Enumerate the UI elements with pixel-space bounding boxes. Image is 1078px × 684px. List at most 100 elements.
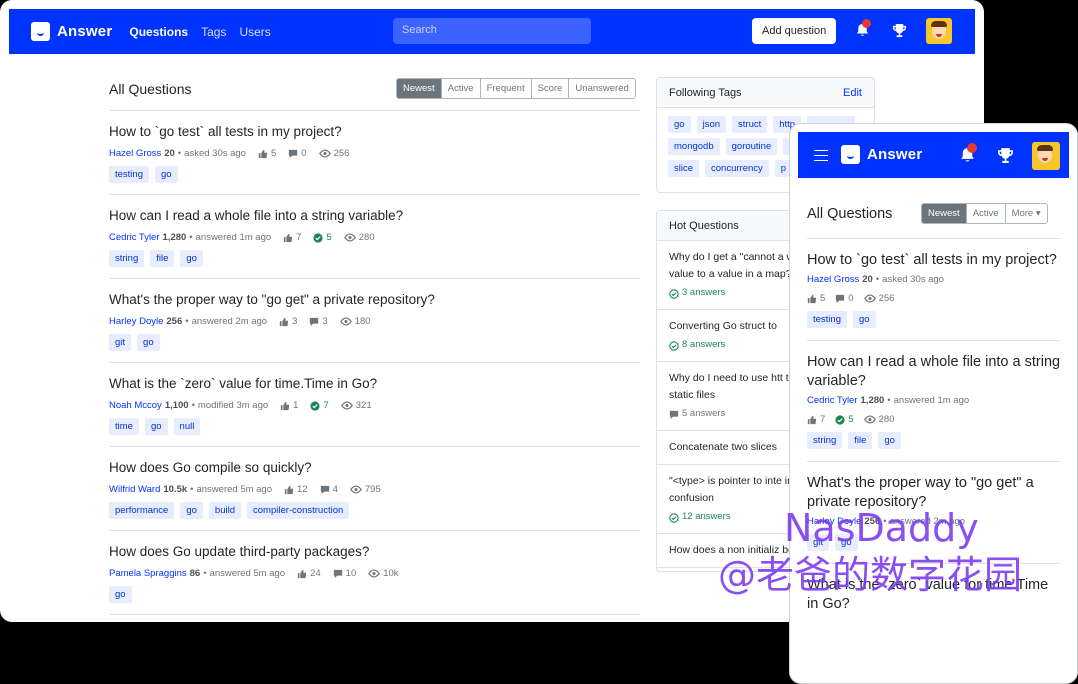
tag-file[interactable]: file — [150, 250, 175, 267]
hot-answers-label: 3 answers — [682, 287, 726, 298]
tag-go[interactable]: go — [878, 432, 901, 449]
following-tag[interactable]: json — [696, 116, 727, 133]
question-item: What is the `zero` value for time.Time i… — [109, 363, 640, 447]
filter-unanswered[interactable]: Unanswered — [569, 79, 635, 98]
mobile-user-avatar[interactable] — [1032, 142, 1060, 170]
author-link[interactable]: Hazel Gross — [109, 148, 161, 159]
add-question-button[interactable]: Add question — [752, 18, 837, 44]
tag-git[interactable]: git — [109, 334, 132, 351]
vote-count: 1 — [280, 400, 298, 411]
meta-separator: • — [203, 568, 207, 579]
vote-count-value: 7 — [296, 232, 302, 243]
following-tag[interactable]: struct — [732, 116, 768, 133]
eye-icon — [350, 484, 362, 495]
tag-go[interactable]: go — [853, 311, 876, 328]
author-link[interactable]: Hazel Gross — [807, 274, 859, 285]
author-link[interactable]: Harley Doyle — [109, 316, 163, 327]
author-reputation: 1,280 — [162, 232, 187, 243]
mobile-question-item: How to `go test` all tests in my project… — [807, 239, 1061, 341]
trophy-icon[interactable] — [892, 23, 907, 38]
filter-newest[interactable]: Newest — [397, 79, 442, 98]
question-tags: git go — [109, 334, 640, 351]
filter-newest[interactable]: Newest — [922, 204, 967, 223]
tag-go[interactable]: go — [180, 502, 203, 519]
question-meta: Pamela Spraggins 86 • answered 5m ago 24 10 10… — [109, 568, 640, 579]
view-count-value: 280 — [878, 414, 895, 425]
question-activity: answered 1m ago — [893, 395, 970, 406]
tag-testing[interactable]: testing — [109, 166, 149, 183]
mobile-brand-logo[interactable]: Answer — [841, 145, 922, 164]
tag-string[interactable]: string — [807, 432, 843, 449]
tag-file[interactable]: file — [848, 432, 873, 449]
author-link[interactable]: Pamela Spraggins — [109, 568, 187, 579]
question-title[interactable]: How does Go compile so quickly? — [109, 460, 312, 475]
tag-null[interactable]: null — [173, 418, 201, 435]
filter-score[interactable]: Score — [531, 79, 570, 98]
following-tag[interactable]: mongodb — [668, 138, 720, 155]
question-title[interactable]: What is the `zero` value for time.Time i… — [109, 376, 377, 391]
following-tag[interactable]: go — [668, 116, 691, 133]
tag-go[interactable]: go — [155, 166, 178, 183]
edit-following-link[interactable]: Edit — [843, 87, 862, 99]
following-tag[interactable]: concurrency — [705, 160, 769, 177]
view-count-value: 256 — [878, 293, 895, 304]
brand-logo[interactable]: Answer — [31, 22, 112, 41]
watermark-line-1: NasDaddy — [784, 506, 979, 550]
nav-questions[interactable]: Questions — [129, 25, 188, 39]
tag-compiler-construction[interactable]: compiler-construction — [247, 502, 350, 519]
question-activity: modified 3m ago — [197, 400, 269, 411]
tag-go[interactable]: go — [109, 586, 132, 603]
nav-users[interactable]: Users — [239, 25, 270, 39]
question-title[interactable]: How to `go test` all tests in my project… — [807, 252, 1057, 268]
answer-count: 5 — [313, 232, 332, 243]
vote-count-value: 1 — [293, 400, 299, 411]
hamburger-menu-icon[interactable] — [814, 150, 828, 161]
author-link[interactable]: Noah Mccoy — [109, 400, 162, 411]
search-input[interactable]: Search — [393, 18, 591, 44]
question-title[interactable]: What's the proper way to "go get" a priv… — [109, 292, 435, 307]
accepted-check-icon — [313, 232, 324, 243]
tag-build[interactable]: build — [208, 502, 241, 519]
eye-icon — [318, 148, 331, 159]
question-tags: string file go — [807, 432, 1061, 449]
view-count: 180 — [339, 316, 371, 327]
user-avatar[interactable] — [926, 18, 952, 44]
tag-go[interactable]: go — [144, 418, 168, 435]
question-tags: string file go — [109, 250, 640, 267]
tag-performance[interactable]: performance — [109, 502, 175, 519]
view-count-value: 321 — [355, 400, 372, 411]
nav-tags[interactable]: Tags — [201, 25, 226, 39]
tag-go[interactable]: go — [137, 334, 160, 351]
thumbs-up-icon — [258, 149, 268, 159]
following-tag[interactable]: slice — [668, 160, 700, 177]
answer-count: 0 — [288, 148, 307, 159]
question-meta: Cedric Tyler 1,280 • answered 1m ago — [807, 395, 1061, 406]
filter-active[interactable]: Active — [441, 79, 481, 98]
filter-more-dropdown[interactable]: More ▾ — [1005, 204, 1047, 223]
comment-icon — [835, 294, 845, 304]
question-title[interactable]: How can I read a whole file into a strin… — [807, 354, 1060, 389]
tag-go[interactable]: go — [180, 250, 203, 267]
filter-active[interactable]: Active — [966, 204, 1006, 223]
question-title[interactable]: How to `go test` all tests in my project… — [109, 124, 342, 139]
hot-questions-title: Hot Questions — [669, 220, 739, 232]
author-link[interactable]: Wilfrid Ward — [109, 484, 160, 495]
question-title[interactable]: How can I read a whole file into a strin… — [109, 208, 403, 223]
sort-filter-group: Newest Active Frequent Score Unanswered — [396, 78, 636, 99]
filter-frequent[interactable]: Frequent — [480, 79, 532, 98]
trophy-icon[interactable] — [997, 147, 1014, 164]
watermark-line-2: @老爸的数字花园 — [718, 553, 1023, 597]
mobile-brand-name: Answer — [867, 146, 923, 163]
following-tag[interactable]: goroutine — [725, 138, 778, 155]
question-meta: Hazel Gross 20 • asked 30s ago 5 0 256 — [109, 148, 640, 159]
answer-count: 5 — [835, 414, 854, 425]
comment-icon — [669, 409, 679, 419]
question-title[interactable]: How does Go update third-party packages? — [109, 544, 369, 559]
author-link[interactable]: Cedric Tyler — [807, 395, 858, 406]
author-link[interactable]: Cedric Tyler — [109, 232, 160, 243]
tag-testing[interactable]: testing — [807, 311, 847, 328]
answer-count-value: 3 — [322, 316, 328, 327]
tag-string[interactable]: string — [109, 250, 145, 267]
tag-time[interactable]: time — [109, 418, 139, 435]
mobile-navbar: Answer — [798, 132, 1069, 178]
